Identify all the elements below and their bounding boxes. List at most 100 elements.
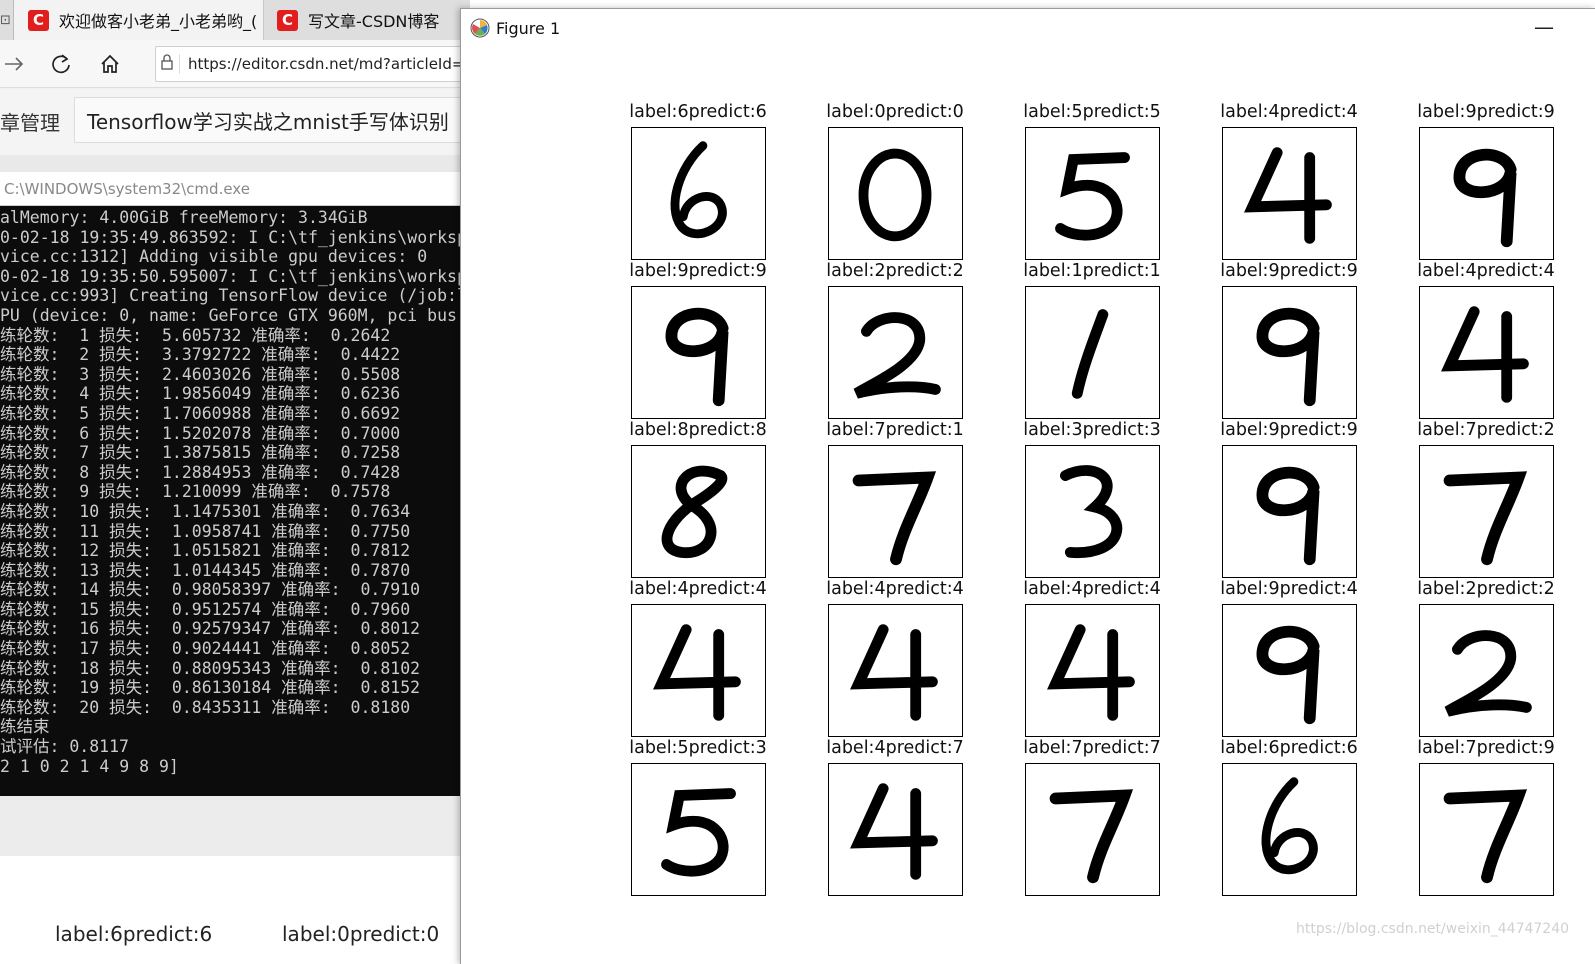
digit-subplot: label:4predict:4 xyxy=(629,579,767,737)
subplot-title: label:7predict:1 xyxy=(826,420,964,440)
browser-toolbar: https://editor.csdn.net/md?articleId=1 xyxy=(0,40,475,88)
digit-image xyxy=(1419,763,1554,896)
digit-subplot: label:4predict:4 xyxy=(826,579,964,737)
digit-subplot: label:8predict:8 xyxy=(629,420,767,578)
digit-image xyxy=(1222,445,1357,578)
figure-window: Figure 1 — label:6predict:6 label:0predic… xyxy=(460,8,1595,964)
digit-subplot: label:4predict:4 xyxy=(1023,579,1161,737)
digit-subplot: label:5predict:5 xyxy=(1023,102,1161,260)
subplot-title: label:6predict:6 xyxy=(629,102,767,122)
subplot-title: label:2predict:2 xyxy=(1417,579,1555,599)
digit-subplot: label:1predict:1 xyxy=(1023,261,1161,419)
digit-subplot: label:7predict:2 xyxy=(1417,420,1555,578)
cmd-line: 练轮数: 18 损失: 0.88095343 准确率: 0.8102 xyxy=(0,658,421,678)
cmd-line: 练轮数: 13 损失: 1.0144345 准确率: 0.7870 xyxy=(0,560,411,580)
cmd-line: 练轮数: 15 损失: 0.9512574 准确率: 0.7960 xyxy=(0,599,411,619)
digit-image xyxy=(1025,604,1160,737)
cmd-console-output: alMemory: 4.00GiB freeMemory: 3.34GiB 0-0… xyxy=(0,206,462,796)
tab-title: 欢迎做客小老弟_小老弟哟_( xyxy=(59,12,258,31)
digit-image xyxy=(631,763,766,896)
matplotlib-logo-icon xyxy=(470,18,490,38)
watermark: https://blog.csdn.net/weixin_44747240 xyxy=(1296,921,1570,937)
digit-image xyxy=(828,763,963,896)
browser-tab-bar: ⊡ C 欢迎做客小老弟_小老弟哟_( C 写文章-CSDN博客 xyxy=(0,0,470,40)
digit-image xyxy=(1025,286,1160,419)
cmd-line: 练轮数: 10 损失: 1.1475301 准确率: 0.7634 xyxy=(0,501,411,521)
reload-icon xyxy=(52,54,70,74)
forward-button[interactable] xyxy=(0,50,28,78)
digit-image xyxy=(631,445,766,578)
cmd-title-bar[interactable]: C:\WINDOWS\system32\cmd.exe xyxy=(0,172,462,206)
digit-subplot: label:7predict:1 xyxy=(826,420,964,578)
cmd-line: vice.cc:1312] Adding visible gpu devices… xyxy=(0,247,428,267)
tab-title: 写文章-CSDN博客 xyxy=(308,12,440,31)
cmd-line: 练轮数: 7 损失: 1.3875815 准确率: 0.7258 xyxy=(0,443,401,463)
cmd-line: 练轮数: 2 损失: 3.3792722 准确率: 0.4422 xyxy=(0,345,401,365)
cmd-line: 练轮数: 20 损失: 0.8435311 准确率: 0.8180 xyxy=(0,697,411,717)
browser-tab-welcome[interactable]: C 欢迎做客小老弟_小老弟哟_( xyxy=(14,0,264,40)
digit-image xyxy=(1222,604,1357,737)
cmd-line: 练轮数: 14 损失: 0.98058397 准确率: 0.7910 xyxy=(0,580,421,600)
cmd-line: PU (device: 0, name: GeForce GTX 960M, p… xyxy=(0,305,457,325)
subplot-title: label:4predict:4 xyxy=(1220,102,1358,122)
subplot-title: label:4predict:4 xyxy=(1417,261,1555,281)
cmd-line: 练轮数: 6 损失: 1.5202078 准确率: 0.7000 xyxy=(0,423,401,443)
subplot-title: label:1predict:1 xyxy=(1023,261,1161,281)
cmd-line: 练轮数: 4 损失: 1.9856049 准确率: 0.6236 xyxy=(0,384,401,404)
cmd-line: 练轮数: 17 损失: 0.9024441 准确率: 0.8052 xyxy=(0,639,411,659)
preview-label: label:0predict:0 xyxy=(282,922,440,946)
browser-tab-write-article[interactable]: C 写文章-CSDN博客 xyxy=(265,0,470,40)
digit-subplot: label:5predict:3 xyxy=(629,738,767,896)
subplot-title: label:5predict:5 xyxy=(1023,102,1161,122)
digit-image xyxy=(1419,604,1554,737)
digit-image xyxy=(631,127,766,260)
digit-image xyxy=(631,604,766,737)
csdn-logo-icon: C xyxy=(28,9,49,31)
browser-tab-stub[interactable]: ⊡ xyxy=(0,0,14,40)
figure-title-bar[interactable]: Figure 1 — xyxy=(461,9,1595,47)
minimize-button[interactable]: — xyxy=(1534,15,1554,39)
editor-toolbar-strip xyxy=(0,155,470,172)
home-icon xyxy=(101,54,119,73)
digit-subplot: label:6predict:6 xyxy=(629,102,767,260)
address-bar[interactable]: https://editor.csdn.net/md?articleId=1 xyxy=(155,46,475,82)
digit-subplot: label:0predict:0 xyxy=(826,102,964,260)
digit-image xyxy=(1222,286,1357,419)
home-button[interactable] xyxy=(96,50,124,78)
subplot-title: label:4predict:4 xyxy=(629,579,767,599)
reload-button[interactable] xyxy=(47,50,75,78)
subplot-title: label:4predict:7 xyxy=(826,738,964,758)
figure-canvas: label:6predict:6 label:0predict:0 label:5p… xyxy=(461,47,1595,964)
cmd-line: 练轮数: 16 损失: 0.92579347 准确率: 0.8012 xyxy=(0,619,421,639)
digit-subplot: label:4predict:4 xyxy=(1417,261,1555,419)
article-manage-link[interactable]: 文章管理 xyxy=(0,107,60,136)
subplot-title: label:9predict:9 xyxy=(1220,261,1358,281)
digit-image xyxy=(1222,763,1357,896)
lock-icon xyxy=(156,54,180,74)
digit-subplot: label:2predict:2 xyxy=(826,261,964,419)
digit-subplot: label:3predict:3 xyxy=(1023,420,1161,578)
cmd-line: 练轮数: 5 损失: 1.7060988 准确率: 0.6692 xyxy=(0,403,401,423)
cmd-line: 练轮数: 3 损失: 2.4603026 准确率: 0.5508 xyxy=(0,364,401,384)
subplot-title: label:3predict:3 xyxy=(1023,420,1161,440)
tab-stub-icon: ⊡ xyxy=(0,12,11,28)
digit-subplot: label:6predict:6 xyxy=(1220,738,1358,896)
cmd-line: 练轮数: 11 损失: 1.0958741 准确率: 0.7750 xyxy=(0,521,411,541)
digit-image xyxy=(631,286,766,419)
digit-subplot: label:9predict:9 xyxy=(1220,261,1358,419)
cmd-line: 练轮数: 9 损失: 1.210099 准确率: 0.7578 xyxy=(0,482,391,502)
cmd-window[interactable]: C:\WINDOWS\system32\cmd.exe alMemory: 4.… xyxy=(0,172,462,796)
editor-preview: label:6predict:6 label:0predict:0 xyxy=(0,856,462,964)
digit-image xyxy=(828,286,963,419)
article-title-input[interactable]: Tensorflow学习实战之mnist手写体识别 xyxy=(74,97,484,143)
digit-image xyxy=(1025,445,1160,578)
cmd-line: vice.cc:993] Creating TensorFlow device … xyxy=(0,286,462,306)
subplot-title: label:7predict:9 xyxy=(1417,738,1555,758)
digit-image xyxy=(1222,127,1357,260)
arrow-right-icon xyxy=(5,57,24,71)
cmd-line: 0-02-18 19:35:49.863592: I C:\tf_jenkins… xyxy=(0,227,462,247)
csdn-logo-icon: C xyxy=(277,9,298,31)
subplot-title: label:8predict:8 xyxy=(629,420,767,440)
editor-header: 文章管理 Tensorflow学习实战之mnist手写体识别 xyxy=(0,89,484,155)
url-text: https://editor.csdn.net/md?articleId=1 xyxy=(187,55,474,73)
